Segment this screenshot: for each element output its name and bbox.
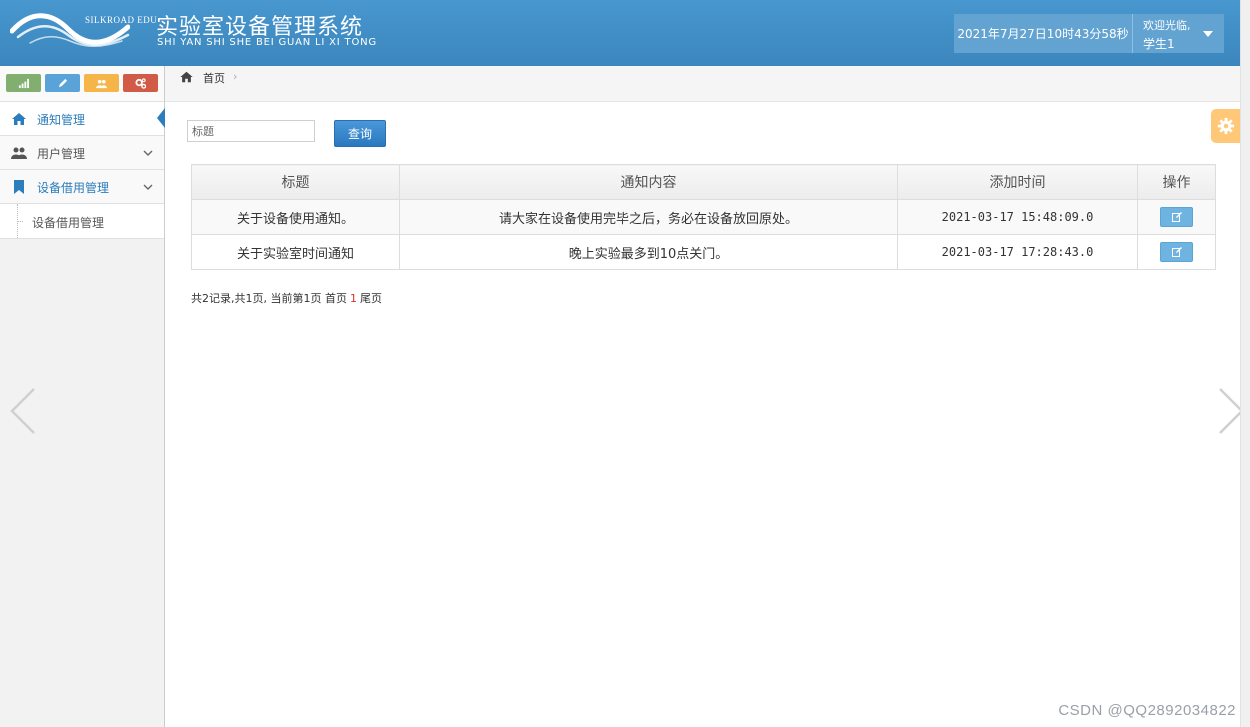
breadcrumb-home-link[interactable]: 首页 [203,70,225,86]
shortcut-pencil-button[interactable] [45,74,80,92]
chevron-down-icon [143,184,153,190]
watermark-text: CSDN @QQ2892034822 [1058,702,1236,719]
column-header-actions: 操作 [1137,164,1216,200]
page-scrollbar[interactable] [1240,0,1250,727]
username-text: 学生1 [1143,37,1175,51]
pagination-summary: 共2记录,共1页, 当前第1页 首页 [191,292,347,305]
cogs-icon [135,77,146,89]
home-icon[interactable] [179,70,194,84]
users-icon [11,147,27,159]
edit-icon [1171,212,1182,222]
sidebar-subitem-equipment-borrow[interactable]: 设备借用管理 [0,204,164,239]
logo-text: SILKROAD EDU [85,15,158,25]
sidebar-item-equipment-borrow[interactable]: 设备借用管理 [0,170,164,204]
pencil-icon [58,78,68,87]
chevron-down-icon [143,150,153,156]
home-icon [12,113,26,125]
cell-title: 关于实验室时间通知 [191,234,400,270]
search-button-label: 查询 [347,127,372,141]
datetime-text: 2021年7月27日10时43分58秒 [957,27,1129,41]
cell-title: 关于设备使用通知。 [191,199,400,235]
sidebar-item-label: 设备借用管理 [37,181,110,195]
signal-icon [18,78,29,88]
column-header-title: 标题 [191,164,400,200]
shortcut-signal-button[interactable] [6,74,41,92]
users-icon [96,79,107,88]
shortcut-bar [0,66,164,102]
chevron-left-icon[interactable] [8,386,38,436]
app-header: SILKROAD EDU 实验室设备管理系统 SHI YAN SHI SHE B… [0,0,1240,66]
pagination: 共2记录,共1页, 当前第1页 首页 1 尾页 [191,290,382,306]
cell-time: 2021-03-17 17:28:43.0 [897,234,1138,270]
caret-down-icon [1203,31,1213,37]
sidebar-item-label: 用户管理 [37,147,86,161]
breadcrumb: 首页 › [165,66,1240,102]
edit-button[interactable] [1160,242,1193,262]
pagination-last-link[interactable]: 尾页 [360,292,382,305]
cell-time: 2021-03-17 15:48:09.0 [897,199,1138,235]
cell-actions [1137,199,1216,235]
user-menu-button[interactable]: 欢迎光临, 学生1 [1133,14,1224,53]
shortcut-users-button[interactable] [84,74,119,92]
gear-icon [1217,117,1234,135]
edit-button[interactable] [1160,207,1193,227]
cell-actions [1137,234,1216,270]
sidebar-item-notice[interactable]: 通知管理 [0,102,165,136]
cell-content: 请大家在设备使用完毕之后，务必在设备放回原处。 [399,199,898,235]
sidebar-item-label: 通知管理 [37,113,86,127]
table-header-row: 标题 通知内容 添加时间 操作 [191,164,1216,200]
edit-icon [1171,247,1182,257]
breadcrumb-separator: › [233,70,238,83]
bookmark-icon [14,180,24,194]
column-header-content: 通知内容 [399,164,898,200]
welcome-text: 欢迎光临, [1143,19,1191,32]
cell-content: 晚上实验最多到10点关门。 [399,234,898,270]
current-datetime: 2021年7月27日10时43分58秒 [954,14,1133,53]
settings-button[interactable] [1211,109,1240,143]
table-row: 关于设备使用通知。 请大家在设备使用完毕之后，务必在设备放回原处。 2021-0… [191,199,1216,235]
notice-table: 标题 通知内容 添加时间 操作 关于设备使用通知。 请大家在设备使用完毕之后，务… [191,164,1216,270]
column-header-time: 添加时间 [897,164,1138,200]
shortcut-cogs-button[interactable] [123,74,158,92]
pagination-current-page[interactable]: 1 [350,292,357,305]
sidebar-subitem-label: 设备借用管理 [32,216,105,230]
sidebar-item-users[interactable]: 用户管理 [0,136,164,170]
table-row: 关于实验室时间通知 晚上实验最多到10点关门。 2021-03-17 17:28… [191,234,1216,270]
title-search-input[interactable] [187,120,315,142]
search-button[interactable]: 查询 [334,120,386,147]
site-subtitle: SHI YAN SHI SHE BEI GUAN LI XI TONG [157,37,377,48]
